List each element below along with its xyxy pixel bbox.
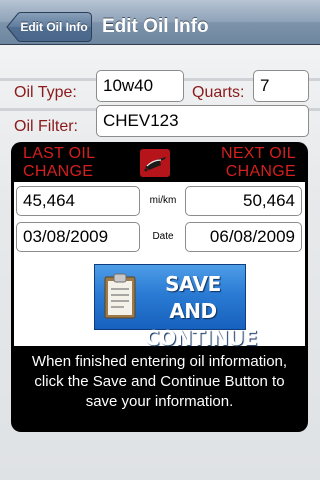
last-mileage-field[interactable]: 45,464 bbox=[16, 186, 140, 216]
quarts-label: Quarts: bbox=[192, 84, 245, 101]
page-title: Edit Oil Info bbox=[102, 16, 209, 37]
last-oil-change-header: Last Oil Change bbox=[23, 145, 95, 180]
last-date-field[interactable]: 03/08/2009 bbox=[16, 222, 140, 252]
back-button[interactable]: Edit Oil Info bbox=[6, 12, 92, 42]
oil-change-panel: Last Oil Change Next Oil Change 45,464 m… bbox=[11, 142, 308, 432]
save-button-line1: SAVE AND bbox=[165, 272, 221, 323]
oil-filter-field[interactable]: CHEV123 bbox=[96, 105, 309, 137]
instructions-text: When finished entering oil information, … bbox=[31, 353, 288, 410]
mileage-unit-label: mi/km bbox=[149, 195, 177, 206]
oil-filter-label: Oil Filter: bbox=[14, 118, 78, 135]
save-and-continue-button[interactable]: SAVE AND CONTINUE bbox=[94, 264, 258, 350]
oil-type-field[interactable]: 10w40 bbox=[96, 70, 184, 102]
next-date-field[interactable]: 06/08/2009 bbox=[185, 222, 302, 252]
back-button-label: Edit Oil Info bbox=[20, 20, 88, 34]
quarts-field[interactable]: 7 bbox=[253, 70, 309, 102]
oil-type-label: Oil Type: bbox=[14, 84, 77, 101]
clipboard-icon bbox=[104, 273, 136, 319]
save-button-label: SAVE AND CONTINUE bbox=[145, 271, 258, 352]
save-button-line2: CONTINUE bbox=[145, 326, 258, 350]
oil-change-details: 45,464 mi/km 50,464 03/08/2009 Date 06/0… bbox=[14, 182, 305, 350]
date-label: Date bbox=[152, 231, 174, 242]
navigation-bar: Edit Oil Info Edit Oil Info bbox=[0, 0, 320, 45]
next-mileage-field[interactable]: 50,464 bbox=[185, 186, 302, 216]
oil-can-icon bbox=[140, 149, 170, 177]
next-oil-change-header: Next Oil Change bbox=[220, 145, 296, 180]
